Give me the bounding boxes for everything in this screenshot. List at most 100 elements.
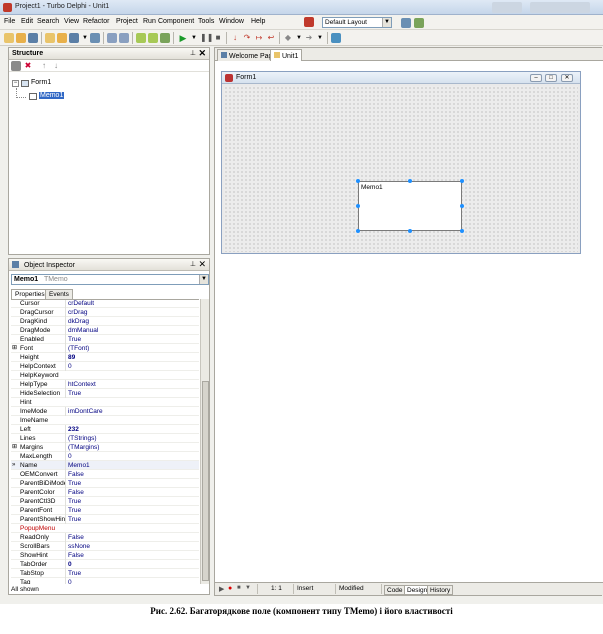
forward-arrow-icon[interactable]: ➜ (304, 33, 314, 43)
property-value[interactable]: htContext (65, 380, 199, 389)
property-value[interactable]: (TStrings) (65, 434, 199, 443)
property-row[interactable]: Enabled True (11, 335, 199, 344)
maximize-icon[interactable]: □ (545, 74, 557, 82)
property-value[interactable]: Memo1 (65, 461, 199, 470)
new-project-icon[interactable] (45, 33, 55, 43)
set-debug-desktop-icon[interactable] (414, 18, 424, 28)
property-row[interactable]: Height 89 (11, 353, 199, 362)
project-options-icon[interactable] (160, 33, 170, 43)
property-row[interactable]: HideSelection True (11, 389, 199, 398)
property-row[interactable]: ParentFont True (11, 506, 199, 515)
property-row[interactable]: HelpContext 0 (11, 362, 199, 371)
view-form-icon[interactable] (119, 33, 129, 43)
property-value[interactable]: crDefault (65, 300, 199, 308)
resize-handle[interactable] (356, 204, 360, 208)
chevron-down-icon[interactable]: ▼ (189, 33, 199, 43)
menu-tools[interactable]: Tools (198, 18, 214, 25)
object-selector[interactable]: Memo1 TMemo ▼ (11, 274, 209, 285)
add-file-icon[interactable] (136, 33, 146, 43)
property-value[interactable]: (TMargins) (65, 443, 199, 452)
tab-code[interactable]: Code (384, 585, 406, 595)
save-desktop-icon[interactable] (401, 18, 411, 28)
save-as-icon[interactable] (90, 33, 100, 43)
pin-icon[interactable]: ⊥ (190, 49, 196, 57)
property-row[interactable]: HelpKeyword (11, 371, 199, 380)
property-scrollbar[interactable] (200, 299, 209, 584)
stop-icon[interactable]: ■ (237, 585, 241, 591)
pin-icon[interactable]: ⊥ (190, 260, 196, 268)
menu-run[interactable]: Run (143, 18, 156, 25)
save-icon[interactable] (28, 33, 38, 43)
menu-refactor[interactable]: Refactor (83, 18, 109, 25)
property-value[interactable]: True (65, 497, 199, 506)
trace-into-icon[interactable]: ↓ (230, 33, 240, 43)
memo1-component[interactable]: Memo1 (358, 181, 462, 231)
property-value[interactable]: 0 (65, 362, 199, 371)
tab-history[interactable]: History (427, 585, 454, 595)
remove-file-icon[interactable] (148, 33, 158, 43)
property-row[interactable]: TabOrder 0 (11, 560, 199, 569)
close-icon[interactable]: ✕ (198, 48, 206, 59)
property-value[interactable]: 89 (65, 353, 199, 362)
move-down-icon[interactable]: ↓ (51, 61, 61, 71)
property-value[interactable]: True (65, 506, 199, 515)
menu-component[interactable]: Component (158, 18, 194, 25)
tree-item-form1[interactable]: Form1 (31, 79, 51, 86)
toolbar-icon[interactable] (11, 61, 21, 71)
pause-icon[interactable]: ❚❚ (200, 33, 213, 43)
record-icon[interactable]: ● (228, 585, 232, 592)
property-value[interactable]: dkDrag (65, 317, 199, 326)
resize-handle[interactable] (460, 229, 464, 233)
tab-properties[interactable]: Properties (11, 289, 49, 299)
property-row[interactable]: DragCursor crDrag (11, 308, 199, 317)
menu-view[interactable]: View (64, 18, 79, 25)
chevron-down-icon[interactable]: ▼ (245, 585, 251, 591)
save-all-icon[interactable] (69, 33, 79, 43)
property-value[interactable]: False (65, 488, 199, 497)
property-row[interactable]: OEMConvert False (11, 470, 199, 479)
back-arrow-icon[interactable]: ◆ (283, 33, 293, 43)
move-up-icon[interactable]: ↑ (39, 61, 49, 71)
trace-to-line-icon[interactable]: ↦ (254, 33, 264, 43)
menu-window[interactable]: Window (219, 18, 244, 25)
new-icon[interactable] (4, 33, 14, 43)
stop-icon[interactable]: ■ (213, 33, 223, 43)
property-row[interactable]: TabStop True (11, 569, 199, 578)
run-icon[interactable]: ▶ (178, 33, 188, 43)
property-row[interactable]: ⊞ Margins (TMargins) (11, 443, 199, 452)
delete-icon[interactable]: ✖ (23, 61, 33, 71)
desktop-layout-combo[interactable]: Default Layout ▼ (322, 17, 392, 28)
property-value[interactable]: (TFont) (65, 344, 199, 353)
property-row[interactable]: ParentBiDiMode True (11, 479, 199, 488)
help-contents-icon[interactable] (331, 33, 341, 43)
property-value[interactable]: 0 (65, 560, 199, 569)
close-icon[interactable]: ✕ (198, 259, 206, 270)
property-row[interactable]: MaxLength 0 (11, 452, 199, 461)
resize-handle[interactable] (460, 204, 464, 208)
property-value[interactable]: False (65, 551, 199, 560)
chevron-down-icon[interactable]: ▼ (80, 33, 90, 43)
step-over-icon[interactable]: ↷ (242, 33, 252, 43)
expand-icon[interactable]: ⊞ (12, 443, 17, 452)
property-value[interactable]: False (65, 533, 199, 542)
property-row[interactable]: Tag 0 (11, 578, 199, 584)
menu-help[interactable]: Help (251, 18, 265, 25)
property-row[interactable]: ⊞ Font (TFont) (11, 344, 199, 353)
property-value[interactable]: True (65, 389, 199, 398)
property-row[interactable]: ReadOnly False (11, 533, 199, 542)
property-row[interactable]: HelpType htContext (11, 380, 199, 389)
property-row[interactable]: ImeName (11, 416, 199, 425)
property-row[interactable]: DragKind dkDrag (11, 317, 199, 326)
resize-handle[interactable] (408, 179, 412, 183)
property-row[interactable]: ParentCtl3D True (11, 497, 199, 506)
tab-events[interactable]: Events (45, 289, 73, 299)
property-row[interactable]: Hint (11, 398, 199, 407)
expand-icon[interactable]: ⊞ (12, 344, 17, 353)
menu-edit[interactable]: Edit (21, 18, 33, 25)
play-icon[interactable]: ▶ (219, 585, 224, 593)
property-row[interactable]: » Name Memo1 (11, 461, 199, 470)
form1-window[interactable]: Form1 – □ ✕ Memo1 (221, 71, 581, 254)
property-value[interactable]: True (65, 479, 199, 488)
property-value[interactable]: ssNone (65, 542, 199, 551)
property-value[interactable]: 0 (65, 578, 199, 584)
